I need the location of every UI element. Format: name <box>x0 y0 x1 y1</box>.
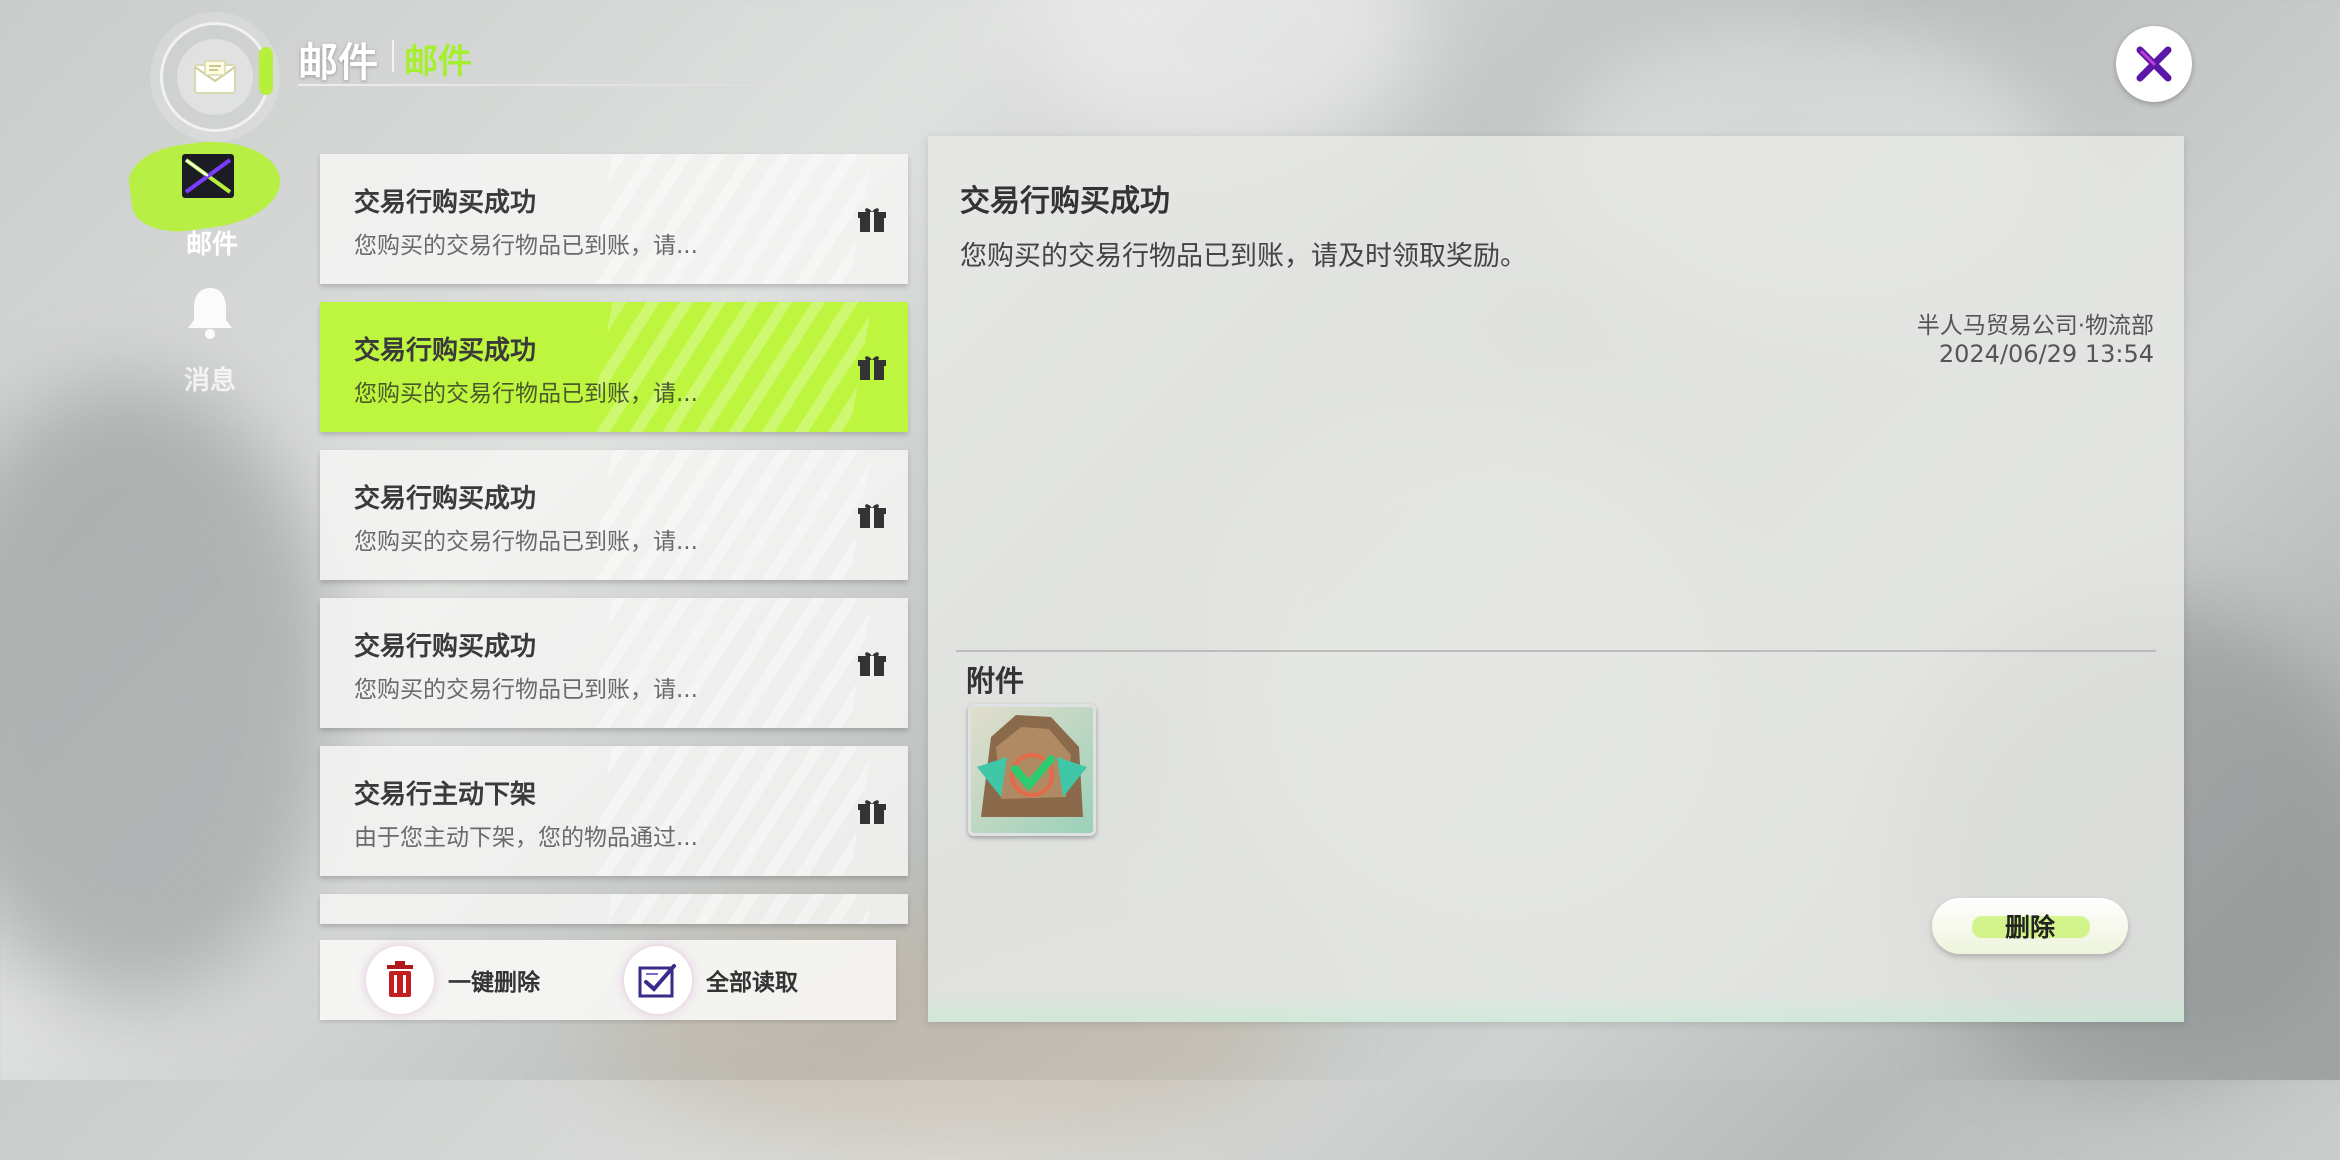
mail-detail-body: 您购买的交易行物品已到账，请及时领取奖励。 <box>960 241 1527 272</box>
mail-item-title: 交易行主动下架 <box>354 780 537 810</box>
mail-logo <box>160 22 273 132</box>
mail-list-item[interactable]: 交易行购买成功 您购买的交易行物品已到账，请... <box>320 154 908 284</box>
gift-icon <box>858 652 886 676</box>
title-divider <box>392 40 394 72</box>
nav-item-mail[interactable]: 邮件 <box>124 131 290 266</box>
mail-icon <box>182 154 234 198</box>
envelope-icon <box>177 39 253 115</box>
read-all-button[interactable]: 全部读取 <box>624 946 798 1014</box>
creature-reward-icon <box>977 715 1087 817</box>
close-icon <box>2136 46 2172 82</box>
delete-button[interactable]: 删除 <box>1932 898 2128 954</box>
gift-icon <box>858 208 886 232</box>
delete-all-label: 一键删除 <box>448 970 540 996</box>
mail-detail-panel: 交易行购买成功 您购买的交易行物品已到账，请及时领取奖励。 半人马贸易公司·物流… <box>928 136 2184 1022</box>
mail-item-title: 交易行购买成功 <box>354 336 537 366</box>
page-title: 邮件 <box>298 40 378 86</box>
mail-action-bar: 一键删除 全部读取 <box>320 940 896 1020</box>
mail-item-snippet: 您购买的交易行物品已到账，请... <box>354 677 698 703</box>
mail-item-snippet: 您购买的交易行物品已到账，请... <box>354 529 698 555</box>
mail-list-item-selected[interactable]: 交易行购买成功 您购买的交易行物品已到账，请... <box>320 302 908 432</box>
nav-item-messages[interactable]: 消息 <box>150 276 270 396</box>
nav-item-label: 邮件 <box>185 230 238 260</box>
gift-icon <box>858 800 886 824</box>
mail-item-title: 交易行购买成功 <box>354 188 537 218</box>
mail-item-title: 交易行购买成功 <box>354 632 537 662</box>
mail-item-snippet: 您购买的交易行物品已到账，请... <box>354 233 698 259</box>
trash-icon <box>366 946 434 1014</box>
mail-detail-title: 交易行购买成功 <box>960 184 1170 219</box>
delete-button-label: 删除 <box>2004 913 2055 942</box>
attachments-label: 附件 <box>966 664 1025 698</box>
mail-item-snippet: 您购买的交易行物品已到账，请... <box>354 381 698 407</box>
header-underline <box>298 84 818 86</box>
gift-icon <box>858 504 886 528</box>
mail-list-item-partial[interactable] <box>320 894 908 924</box>
nav-item-label: 消息 <box>183 366 236 396</box>
mark-read-icon <box>624 946 692 1014</box>
mail-item-title: 交易行购买成功 <box>354 484 537 514</box>
read-all-label: 全部读取 <box>706 970 798 996</box>
attachment-divider <box>956 650 2156 652</box>
mail-list-item[interactable]: 交易行购买成功 您购买的交易行物品已到账，请... <box>320 598 908 728</box>
gift-icon <box>858 356 886 380</box>
attachment-item[interactable] <box>968 704 1096 836</box>
page-subtitle: 邮件 <box>404 42 472 82</box>
mail-sender: 半人马贸易公司·物流部 <box>1916 313 2154 339</box>
mail-item-snippet: 由于您主动下架，您的物品通过... <box>354 825 698 851</box>
mail-list-item[interactable]: 交易行购买成功 您购买的交易行物品已到账，请... <box>320 450 908 580</box>
bell-icon <box>188 288 232 339</box>
mail-date: 2024/06/29 13:54 <box>1938 340 2154 368</box>
close-button[interactable] <box>2116 26 2192 102</box>
mail-list-item[interactable]: 交易行主动下架 由于您主动下架，您的物品通过... <box>320 746 908 876</box>
delete-all-button[interactable]: 一键删除 <box>366 946 540 1014</box>
